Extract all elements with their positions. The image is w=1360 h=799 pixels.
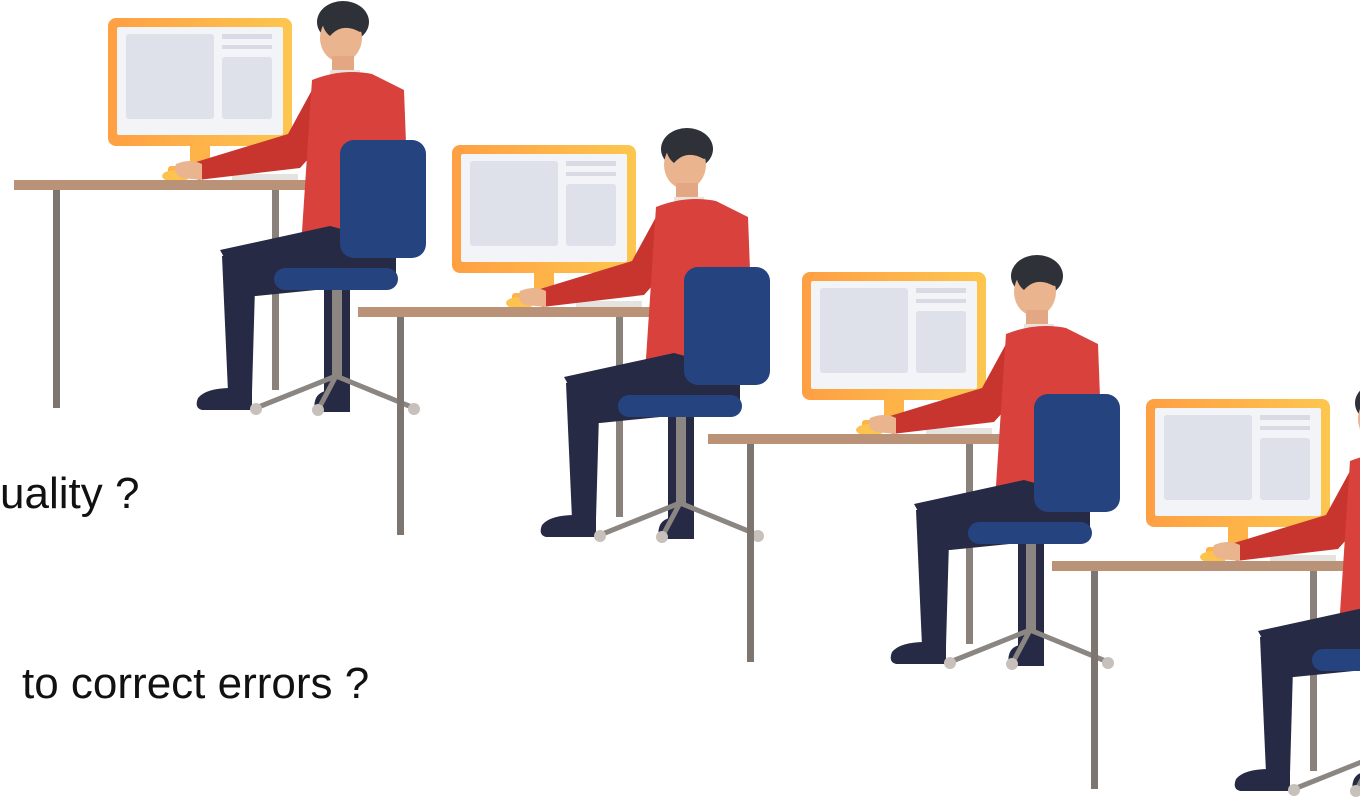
question-text-1: uality ? bbox=[0, 469, 140, 518]
question-text-2: to correct errors ? bbox=[22, 659, 370, 708]
slide: uality ? to correct errors ? bbox=[0, 0, 1360, 799]
worker-figure-1 bbox=[14, 1, 426, 416]
